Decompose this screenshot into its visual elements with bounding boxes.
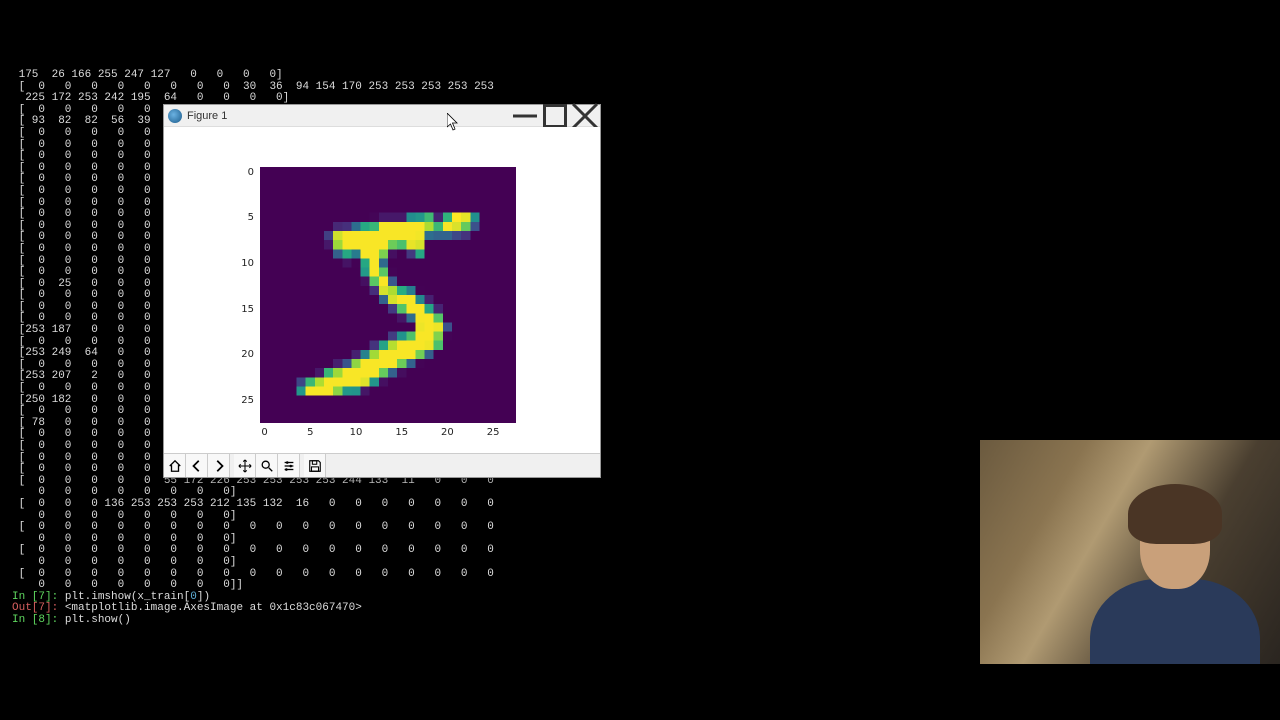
- ytick: 0: [230, 167, 254, 178]
- configure-subplots-button[interactable]: [278, 454, 300, 477]
- xtick: 20: [435, 427, 459, 438]
- ytick: 10: [230, 258, 254, 269]
- close-button[interactable]: [570, 105, 600, 126]
- ytick: 25: [230, 395, 254, 406]
- xtick: 5: [298, 427, 322, 438]
- pan-button[interactable]: [234, 454, 256, 477]
- xtick: 0: [253, 427, 277, 438]
- minimize-button[interactable]: [510, 105, 540, 126]
- xtick: 25: [481, 427, 505, 438]
- xtick: 15: [390, 427, 414, 438]
- zoom-button[interactable]: [256, 454, 278, 477]
- home-button[interactable]: [164, 454, 186, 477]
- titlebar[interactable]: Figure 1: [164, 105, 600, 127]
- letterbox-bottom: [0, 658, 1280, 720]
- matplotlib-toolbar: [164, 453, 600, 477]
- webcam-overlay: [980, 440, 1280, 664]
- xtick: 10: [344, 427, 368, 438]
- forward-button[interactable]: [208, 454, 230, 477]
- save-button[interactable]: [304, 454, 326, 477]
- ytick: 5: [230, 212, 254, 223]
- window-controls: [510, 105, 600, 126]
- window-title: Figure 1: [187, 110, 227, 122]
- mnist-heatmap: [260, 167, 516, 423]
- back-button[interactable]: [186, 454, 208, 477]
- ytick: 15: [230, 304, 254, 315]
- ytick: 20: [230, 349, 254, 360]
- maximize-button[interactable]: [540, 105, 570, 126]
- letterbox-top: [0, 0, 1280, 62]
- plot-area: 0 5 10 15 20 25 0 5 10 15 20 25: [164, 127, 600, 453]
- matplotlib-icon: [168, 109, 182, 123]
- matplotlib-figure-window: Figure 1 0 5 10 15 20 25 0 5 10 15 20 25: [163, 104, 601, 478]
- heatmap-axes: 05101520250510152025: [260, 167, 516, 423]
